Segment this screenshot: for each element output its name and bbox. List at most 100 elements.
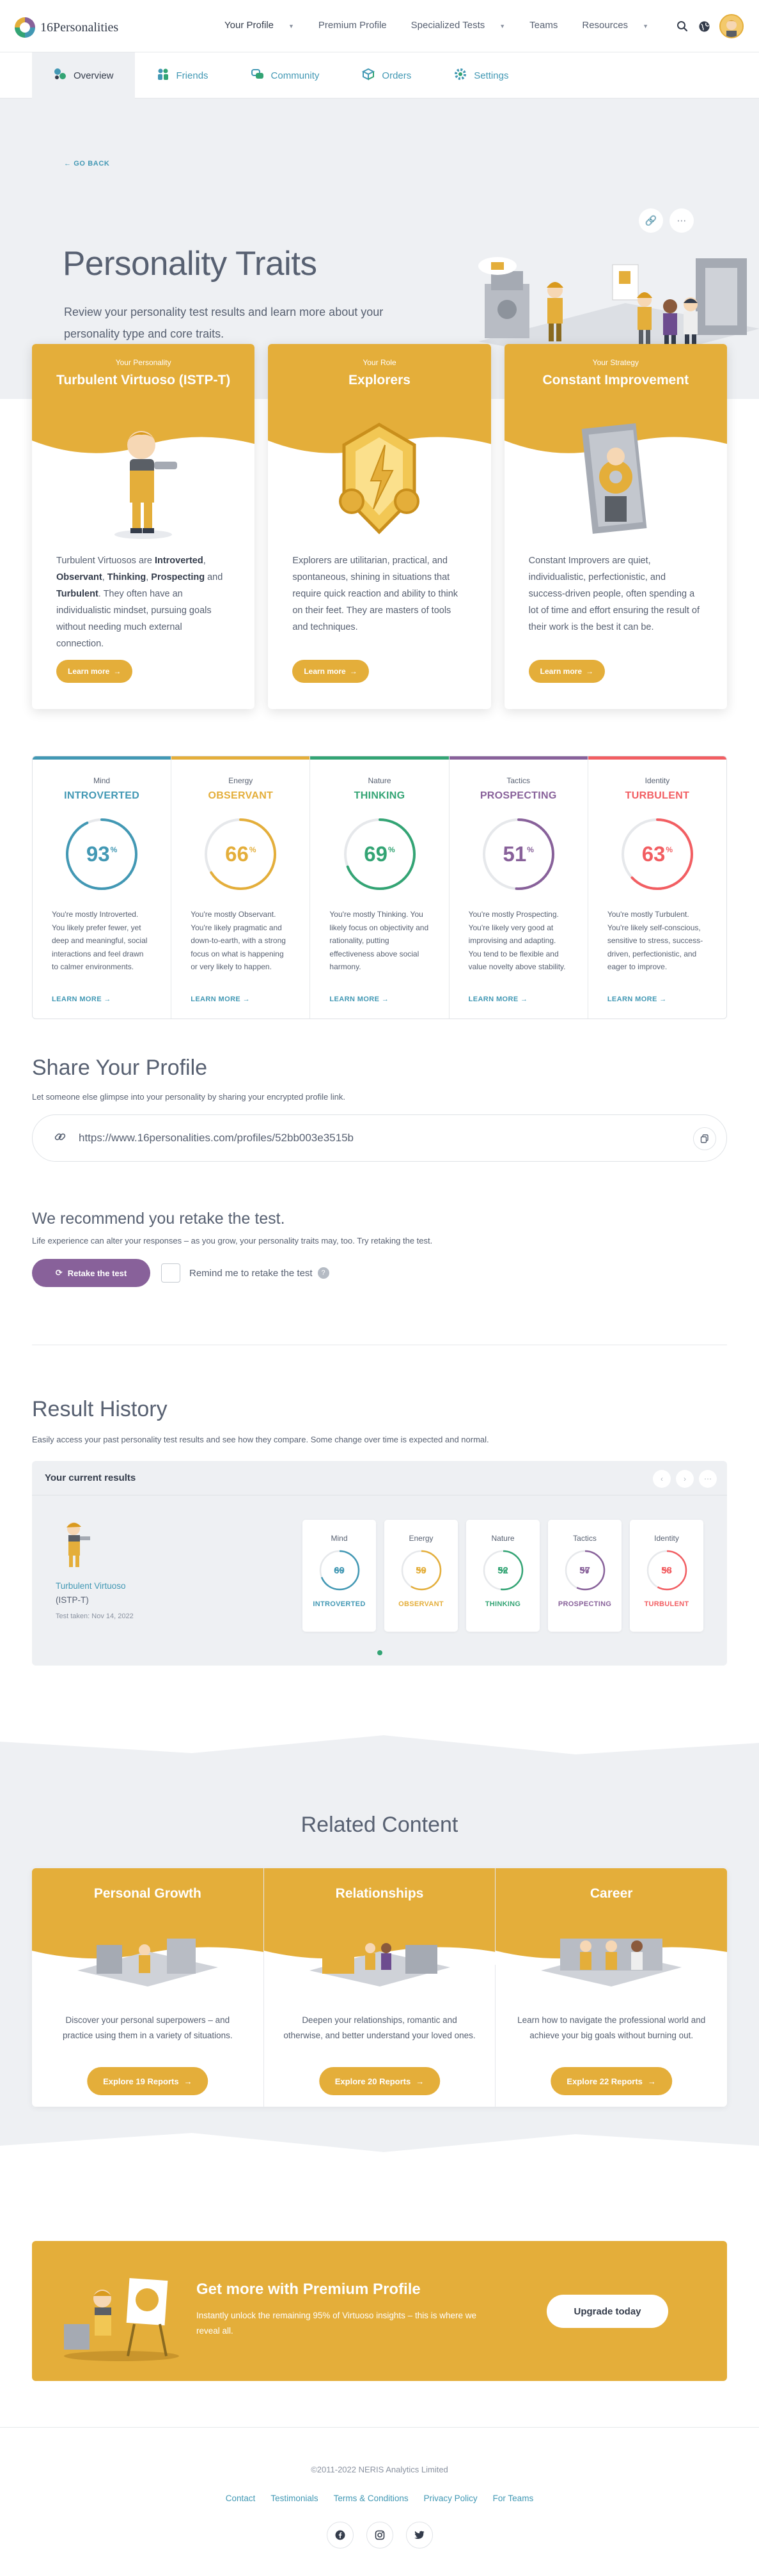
profile-url[interactable]: https://www.16personalities.com/profiles… (79, 1132, 354, 1144)
trait-learn-more-link[interactable]: LEARN MORE → (191, 995, 250, 1003)
upgrade-button[interactable]: Upgrade today (547, 2295, 668, 2328)
tab-friends[interactable]: Friends (135, 52, 230, 98)
explore-reports-button[interactable]: Explore 22 Reports → (551, 2067, 672, 2095)
mini-percent-value: 58 (661, 1565, 672, 1576)
premium-title: Get more with Premium Profile (196, 2281, 421, 2298)
learn-more-button[interactable]: Learn more → (56, 660, 133, 683)
logo-text: 16Personalities (40, 20, 119, 35)
go-back-link[interactable]: ← GO BACK (64, 160, 109, 168)
page-description: Review your personality test results and… (64, 306, 384, 340)
career-illustration (496, 1919, 727, 1990)
search-icon[interactable] (676, 20, 689, 33)
retake-test-button[interactable]: ⟳ Retake the test (32, 1259, 150, 1287)
nav-label: Your Profile (224, 20, 274, 31)
mini-label: Energy (409, 1534, 434, 1543)
link-label: LEARN MORE (52, 995, 102, 1003)
globe-icon[interactable] (698, 20, 710, 33)
learn-more-button[interactable]: Learn more → (292, 660, 369, 683)
arrow-right-icon: → (104, 995, 111, 1003)
nav-your-profile[interactable]: Your Profile ▼ (224, 20, 306, 31)
card-title-text: Turbulent Virtuoso (ISTP-T) (56, 373, 231, 387)
nav-premium-profile[interactable]: Premium Profile (318, 20, 399, 31)
nav-resources[interactable]: Resources ▼ (582, 20, 661, 31)
remind-checkbox[interactable] (161, 1263, 180, 1283)
mini-percent: 57% (564, 1549, 606, 1591)
mini-trait-name: OBSERVANT (398, 1600, 444, 1608)
arrow-right-icon: → (520, 995, 528, 1003)
explore-reports-button[interactable]: Explore 19 Reports → (87, 2067, 208, 2095)
footer-link-testimonials[interactable]: Testimonials (270, 2494, 318, 2503)
more-icon[interactable]: ⋯ (669, 208, 694, 233)
link-icon[interactable]: 🔗 (639, 208, 663, 233)
chevron-down-icon: ▼ (643, 23, 648, 29)
mini-percent-value: 57 (579, 1565, 590, 1576)
related-content: Related Content Personal Growth Discover… (0, 1729, 759, 2158)
trait-percent: 63% (619, 816, 696, 893)
trait-percent: 51% (480, 816, 557, 893)
traits-panel: Mind INTROVERTED 93% You're mostly Intro… (32, 756, 727, 1019)
instagram-icon[interactable] (366, 2522, 393, 2549)
nav-specialized-tests[interactable]: Specialized Tests ▼ (411, 20, 518, 31)
arrow-right-icon: → (416, 2076, 425, 2086)
carousel-dot[interactable] (377, 1650, 382, 1655)
tab-community[interactable]: Community (230, 52, 341, 98)
chevron-left-icon[interactable]: ‹ (653, 1470, 671, 1488)
result-history: Result History Easily access your past p… (0, 1397, 759, 1666)
tab-settings[interactable]: Settings (432, 52, 529, 98)
virtuoso-thumbnail (67, 1522, 90, 1567)
learn-more-button[interactable]: Learn more → (528, 660, 606, 683)
trait-column-energy: Energy OBSERVANT 66% You're mostly Obser… (171, 756, 311, 1019)
history-type-name[interactable]: Turbulent Virtuoso (56, 1581, 126, 1591)
tab-orders[interactable]: Orders (340, 52, 432, 98)
related-card-title: Career (590, 1886, 633, 1901)
link-icon (54, 1131, 66, 1146)
card-description: Turbulent Virtuosos are Introverted, Obs… (56, 556, 223, 649)
trait-description: You're mostly Observant. You're likely p… (191, 910, 286, 971)
profile-url-field[interactable]: https://www.16personalities.com/profiles… (32, 1114, 727, 1162)
trait-learn-more-link[interactable]: LEARN MORE → (607, 995, 667, 1003)
trait-label: Identity (645, 776, 670, 785)
logo[interactable]: 16Personalities (15, 17, 118, 38)
footer-link-privacy[interactable]: Privacy Policy (424, 2494, 478, 2503)
avatar[interactable] (719, 14, 744, 38)
mini-percent: 59% (400, 1549, 442, 1591)
more-icon[interactable]: ⋯ (699, 1470, 717, 1488)
trait-name: TURBULENT (625, 790, 690, 801)
button-label: Upgrade today (574, 2306, 641, 2317)
history-result: Turbulent Virtuoso (ISTP-T) Test taken: … (56, 1518, 134, 1620)
profile-subnav: Overview Friends Community Orders Settin… (0, 52, 759, 98)
copy-icon[interactable] (693, 1127, 716, 1150)
history-trait-card: Energy 59% OBSERVANT (384, 1520, 458, 1632)
tab-overview[interactable]: Overview (32, 52, 135, 98)
relationships-illustration (264, 1919, 496, 1990)
trait-percent: 66% (202, 816, 279, 893)
footer-link-terms[interactable]: Terms & Conditions (334, 2494, 409, 2503)
chevron-right-icon[interactable]: › (676, 1470, 694, 1488)
facebook-icon[interactable] (326, 2522, 354, 2549)
arrow-right-icon: → (349, 667, 357, 676)
share-section: Share Your Profile Let someone else glim… (0, 1056, 759, 1287)
mini-percent: 58% (646, 1549, 688, 1591)
nav-teams[interactable]: Teams (529, 20, 570, 31)
trait-label: Energy (228, 776, 253, 785)
help-icon[interactable]: ? (317, 1267, 329, 1279)
explorers-emblem-illustration (268, 419, 490, 541)
trait-label: Mind (93, 776, 111, 785)
percent-sign: % (527, 845, 534, 854)
explore-reports-button[interactable]: Explore 20 Reports → (318, 2067, 441, 2095)
button-label: Retake the test (67, 1268, 127, 1278)
twitter-icon[interactable] (405, 2522, 433, 2549)
tab-label: Settings (474, 70, 509, 81)
trait-name: OBSERVANT (208, 790, 274, 801)
trait-learn-more-link[interactable]: LEARN MORE → (329, 995, 389, 1003)
tab-label: Orders (382, 70, 412, 81)
trait-color-bar (588, 756, 726, 760)
button-label: Learn more (540, 667, 583, 676)
percent-sign: % (666, 845, 673, 854)
trait-learn-more-link[interactable]: LEARN MORE → (52, 995, 111, 1003)
trait-name: THINKING (354, 790, 405, 801)
trait-learn-more-link[interactable]: LEARN MORE → (469, 995, 528, 1003)
footer-link-contact[interactable]: Contact (226, 2494, 256, 2503)
footer-link-teams[interactable]: For Teams (493, 2494, 534, 2503)
hero-tools: 🔗 ⋯ (639, 208, 694, 233)
